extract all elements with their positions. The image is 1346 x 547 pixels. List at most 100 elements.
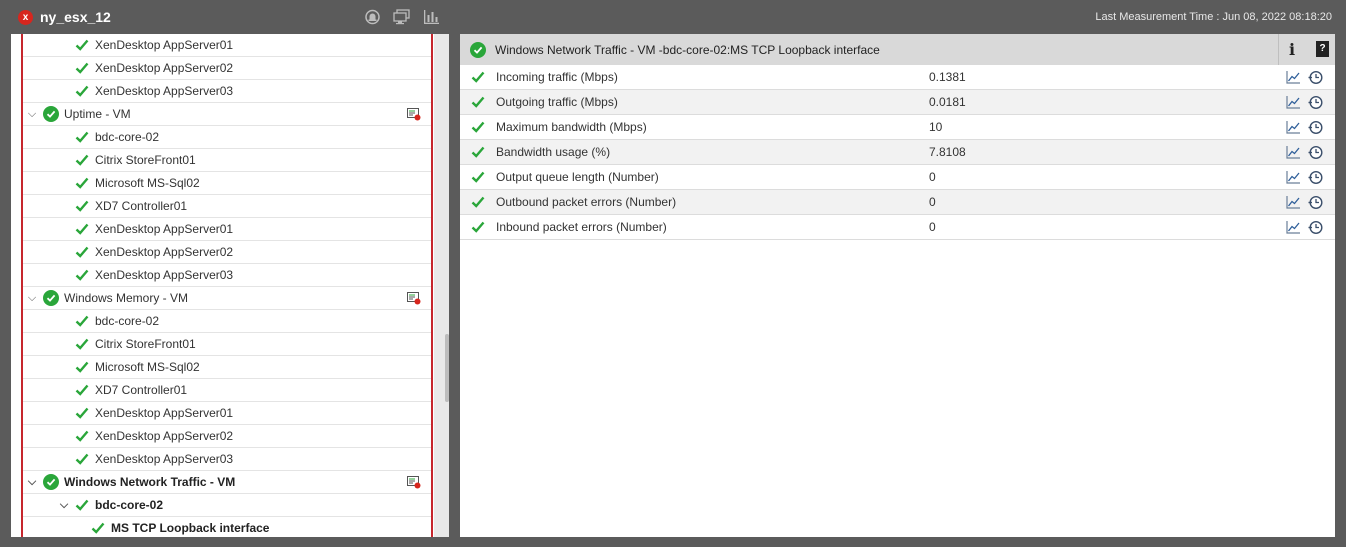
- tree-group-row[interactable]: ⌵ Uptime - VM: [23, 103, 431, 126]
- measure-row[interactable]: Maximum bandwidth (Mbps) 10: [460, 115, 1335, 140]
- tree-item-row[interactable]: XenDesktop AppServer02: [23, 57, 431, 80]
- ok-check-icon: [75, 223, 89, 235]
- tree-item-label: bdc-core-02: [95, 130, 160, 144]
- measures-title: Windows Network Traffic - VM -bdc-core-0…: [495, 42, 880, 57]
- history-clock-icon[interactable]: [1308, 70, 1323, 85]
- tree-item-label: bdc-core-02: [95, 498, 164, 512]
- info-button[interactable]: i: [1278, 34, 1305, 65]
- tree-item-label: XenDesktop AppServer03: [95, 452, 234, 466]
- tree-item-label: Windows Network Traffic - VM: [64, 475, 236, 489]
- tree-item-label: XenDesktop AppServer03: [95, 268, 234, 282]
- ok-check-icon: [75, 200, 89, 212]
- measure-value: 0.1381: [929, 70, 966, 84]
- chevron-down-icon[interactable]: ⌵: [27, 108, 37, 121]
- history-clock-icon[interactable]: [1308, 195, 1323, 210]
- measure-ok-icon: [471, 96, 485, 108]
- tree-item-row[interactable]: bdc-core-02: [23, 126, 431, 149]
- ok-check-icon: [75, 430, 89, 442]
- tree-item-row[interactable]: XenDesktop AppServer02: [23, 425, 431, 448]
- component-tree-panel: XenDesktop AppServer01 XenDesktop AppServ…: [11, 34, 449, 537]
- ok-status-icon: [43, 290, 59, 306]
- measure-graph-icon[interactable]: [1286, 170, 1301, 184]
- tree-item-label: XenDesktop AppServer03: [95, 84, 234, 98]
- measure-row[interactable]: Bandwidth usage (%) 7.8108: [460, 140, 1335, 165]
- panel-splitter[interactable]: [434, 34, 449, 537]
- configure-test-icon[interactable]: [407, 292, 421, 305]
- tree-item-label: bdc-core-02: [95, 314, 160, 328]
- chevron-down-icon[interactable]: ⌵: [59, 499, 69, 512]
- measure-name: Output queue length (Number): [496, 170, 659, 184]
- splitter-handle[interactable]: [445, 334, 449, 402]
- tree-item-label: XD7 Controller01: [95, 383, 188, 397]
- alarm-icon[interactable]: [364, 9, 381, 25]
- monitor-icon[interactable]: [393, 9, 410, 25]
- tree-item-row[interactable]: Microsoft MS-Sql02: [23, 172, 431, 195]
- measure-row[interactable]: Outgoing traffic (Mbps) 0.0181: [460, 90, 1335, 115]
- measure-row[interactable]: Outbound packet errors (Number) 0: [460, 190, 1335, 215]
- measures-header: Windows Network Traffic - VM -bdc-core-0…: [460, 34, 1335, 65]
- ok-check-icon: [75, 154, 89, 166]
- window-titlebar: x ny_esx_12 Last Measurement Time : Jun …: [0, 0, 1346, 34]
- ok-check-icon: [75, 246, 89, 258]
- ok-check-icon: [75, 269, 89, 281]
- tree-group-row[interactable]: ⌵ Windows Memory - VM: [23, 287, 431, 310]
- history-clock-icon[interactable]: [1308, 120, 1323, 135]
- tree-item-label: XD7 Controller01: [95, 199, 188, 213]
- measure-graph-icon[interactable]: [1286, 145, 1301, 159]
- tree-item-row[interactable]: XenDesktop AppServer01: [23, 218, 431, 241]
- configure-test-icon[interactable]: [407, 108, 421, 121]
- tree-item-row[interactable]: bdc-core-02: [23, 310, 431, 333]
- measures-panel: Windows Network Traffic - VM -bdc-core-0…: [460, 34, 1335, 537]
- tree-item-row[interactable]: XenDesktop AppServer03: [23, 448, 431, 471]
- chevron-down-icon[interactable]: ⌵: [27, 292, 37, 305]
- ok-status-icon: [43, 106, 59, 122]
- measure-ok-icon: [471, 196, 485, 208]
- measure-row[interactable]: Incoming traffic (Mbps) 0.1381: [460, 65, 1335, 90]
- tree-item-label: Uptime - VM: [64, 107, 131, 121]
- history-clock-icon[interactable]: [1308, 220, 1323, 235]
- tree-item-label: MS TCP Loopback interface: [111, 521, 270, 535]
- tree-item-row[interactable]: Citrix StoreFront01: [23, 149, 431, 172]
- last-measurement-time: Last Measurement Time : Jun 08, 2022 08:…: [1095, 11, 1332, 23]
- ok-check-icon: [75, 39, 89, 51]
- measure-graph-icon[interactable]: [1286, 195, 1301, 209]
- history-clock-icon[interactable]: [1308, 170, 1323, 185]
- tree-item-label: XenDesktop AppServer01: [95, 38, 234, 52]
- history-clock-icon[interactable]: [1308, 95, 1323, 110]
- measure-name: Bandwidth usage (%): [496, 145, 611, 159]
- bar-chart-icon[interactable]: [423, 9, 440, 25]
- tree-item-label: Microsoft MS-Sql02: [95, 176, 200, 190]
- tree-item-row[interactable]: XD7 Controller01: [23, 195, 431, 218]
- tree-item-row[interactable]: Microsoft MS-Sql02: [23, 356, 431, 379]
- help-button[interactable]: ?: [1316, 41, 1329, 57]
- measure-graph-icon[interactable]: [1286, 120, 1301, 134]
- tree-item-row[interactable]: XenDesktop AppServer03: [23, 80, 431, 103]
- chevron-down-icon[interactable]: ⌵: [27, 476, 37, 489]
- history-clock-icon[interactable]: [1308, 145, 1323, 160]
- tree-item-row[interactable]: ⌵ bdc-core-02: [23, 494, 431, 517]
- tree-item-row[interactable]: XenDesktop AppServer01: [23, 34, 431, 57]
- measure-graph-icon[interactable]: [1286, 220, 1301, 234]
- ok-check-icon: [75, 499, 89, 511]
- measure-row[interactable]: Inbound packet errors (Number) 0: [460, 215, 1335, 240]
- ok-check-icon: [75, 85, 89, 97]
- measure-ok-icon: [471, 221, 485, 233]
- ok-status-icon: [43, 474, 59, 490]
- measure-ok-icon: [471, 121, 485, 133]
- tree-item-row[interactable]: XD7 Controller01: [23, 379, 431, 402]
- configure-test-icon[interactable]: [407, 476, 421, 489]
- ok-check-icon: [75, 62, 89, 74]
- tree-item-row[interactable]: XenDesktop AppServer03: [23, 264, 431, 287]
- measure-graph-icon[interactable]: [1286, 95, 1301, 109]
- ok-check-icon: [91, 522, 105, 534]
- measure-value: 0: [929, 170, 936, 184]
- measure-ok-icon: [471, 171, 485, 183]
- tree-item-row[interactable]: Citrix StoreFront01: [23, 333, 431, 356]
- tree-item-row[interactable]: XenDesktop AppServer02: [23, 241, 431, 264]
- tree-item-label: XenDesktop AppServer02: [95, 245, 234, 259]
- measure-row[interactable]: Output queue length (Number) 0: [460, 165, 1335, 190]
- measure-graph-icon[interactable]: [1286, 70, 1301, 84]
- tree-item-row[interactable]: XenDesktop AppServer01: [23, 402, 431, 425]
- tree-group-row[interactable]: ⌵ Windows Network Traffic - VM: [23, 471, 431, 494]
- tree-item-row[interactable]: MS TCP Loopback interface: [23, 517, 431, 537]
